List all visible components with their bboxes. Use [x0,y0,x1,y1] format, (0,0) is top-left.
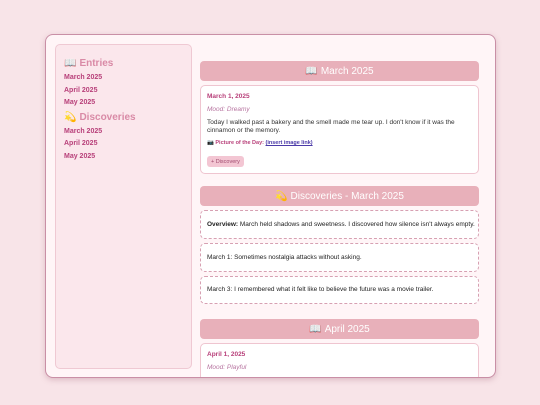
discovery-overview: Overview: March held shadows and sweetne… [207,221,475,228]
sidebar-entry-march[interactable]: March 2025 [64,74,191,81]
discovery-item: March 1: Sometimes nostalgia attacks wit… [207,254,362,261]
sidebar-discovery-april[interactable]: April 2025 [64,140,191,147]
discovery-item-card: March 3: I remembered what it felt like … [200,276,479,304]
month-banner-march: 📖 March 2025 [200,61,479,81]
picture-of-day: 📷 Picture of the Day: (insert image link… [207,140,313,146]
sidebar-entry-may[interactable]: May 2025 [64,99,191,106]
discovery-item: March 3: I remembered what it felt like … [207,286,434,293]
entry-date: April 1, 2025 [207,351,246,358]
journal-entry-card: April 1, 2025 Mood: Playful [200,343,479,377]
book-icon: 📖 [305,65,318,77]
month-banner-label: April 2025 [324,323,370,335]
sidebar: 📖 Entries March 2025 April 2025 May 2025… [55,44,192,369]
journal-entry-card: March 1, 2025 Mood: Dreamy Today I walke… [200,85,479,174]
entry-mood: Mood: Dreamy [207,106,250,113]
discoveries-heading: 💫 Discoveries [64,112,191,123]
journal-window: 📖 Entries March 2025 April 2025 May 2025… [45,34,496,378]
overview-text: March held shadows and sweetness. I disc… [239,221,475,228]
entry-mood: Mood: Playful [207,364,247,371]
entries-heading: 📖 Entries [64,58,191,69]
camera-icon: 📷 [207,140,214,146]
discoveries-banner-label: Discoveries - March 2025 [290,190,404,202]
sparkle-icon: 💫 [64,111,77,123]
picture-of-day-label: Picture of the Day: [215,140,264,146]
sidebar-entry-april[interactable]: April 2025 [64,87,191,94]
entry-date: March 1, 2025 [207,93,250,100]
discoveries-banner-march: 💫 Discoveries - March 2025 [200,186,479,206]
sidebar-discovery-may[interactable]: May 2025 [64,153,191,160]
sparkle-icon: 💫 [275,190,288,202]
entries-heading-label: Entries [79,58,114,69]
discoveries-heading-label: Discoveries [79,111,136,123]
picture-of-day-link[interactable]: (insert image link) [266,140,313,146]
main-content[interactable]: 📖 March 2025 March 1, 2025 Mood: Dreamy … [198,44,490,377]
book-icon: 📖 [309,323,322,335]
month-banner-april: 📖 April 2025 [200,319,479,339]
entry-text: Today I walked past a bakery and the sme… [207,119,455,134]
discovery-item-card: March 1: Sometimes nostalgia attacks wit… [200,243,479,272]
month-banner-label: March 2025 [320,65,374,77]
discovery-overview-card: Overview: March held shadows and sweetne… [200,210,479,239]
add-discovery-button[interactable]: + Discovery [207,156,244,167]
book-icon: 📖 [64,58,77,69]
sidebar-discovery-march[interactable]: March 2025 [64,128,191,135]
overview-label: Overview: [207,221,239,228]
